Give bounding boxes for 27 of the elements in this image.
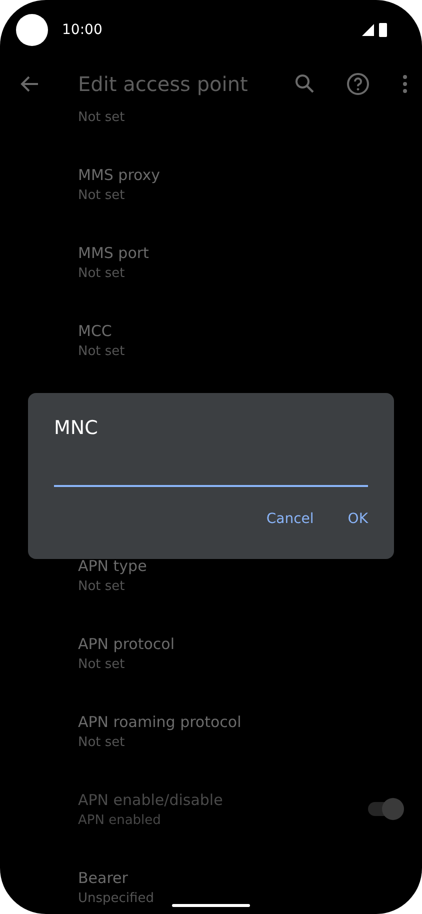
dialog-button[interactable]: OK [336, 507, 380, 531]
dialog-button[interactable]: Cancel [254, 507, 326, 531]
more-options-icon[interactable] [402, 74, 408, 94]
screen-title: Edit access point [78, 72, 249, 96]
setting-title: MMS port [78, 243, 149, 264]
setting-title: Bearer [78, 868, 128, 889]
back-arrow-icon[interactable] [20, 74, 40, 94]
setting-value: Not set [78, 656, 125, 674]
setting-title: APN protocol [78, 634, 174, 655]
setting-value: Not set [78, 578, 125, 596]
setting-value: Not set [78, 265, 125, 283]
setting-value: Not set [78, 109, 125, 127]
setting-title: APN type [78, 556, 147, 577]
setting-title: MMS proxy [78, 165, 160, 186]
search-icon[interactable] [294, 73, 316, 95]
setting-value: Not set [78, 343, 125, 361]
help-icon[interactable] [346, 72, 370, 96]
setting-title: APN roaming protocol [78, 712, 242, 733]
setting-value: Not set [78, 187, 125, 205]
setting-title: APN enable/disable [78, 790, 223, 811]
camera-cutout [16, 14, 48, 46]
setting-value: APN enabled [78, 812, 161, 830]
status-time: 10:00 [62, 22, 104, 38]
setting-title: MCC [78, 321, 112, 342]
setting-value: Unspecified [78, 890, 154, 908]
setting-value: Not set [78, 734, 125, 752]
dialog-title: MNC [54, 416, 99, 441]
